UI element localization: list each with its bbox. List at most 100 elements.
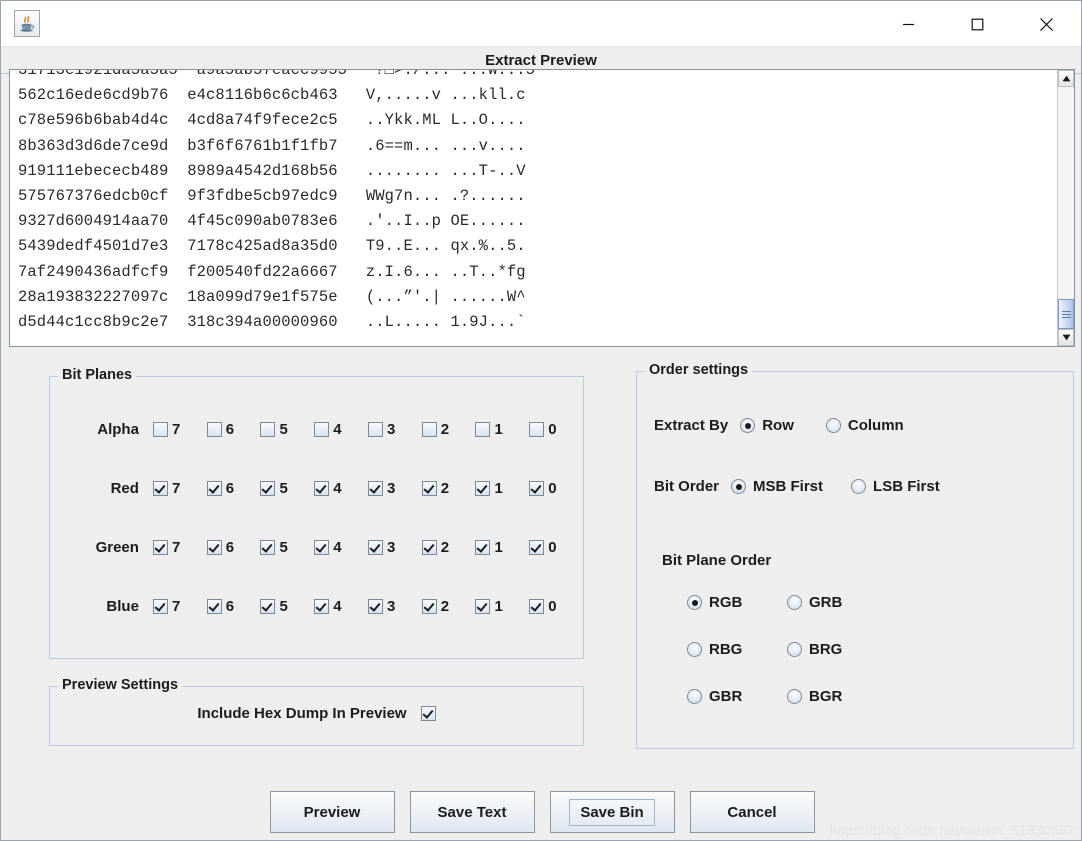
checkbox-red-bit-5[interactable] [260,480,276,496]
radio-grb[interactable] [787,595,802,610]
extract-by-options: Row Column [740,417,904,434]
radio-rgb[interactable] [687,595,702,610]
bit-number-label: 7 [171,479,181,497]
checkbox-red-bit-0[interactable] [529,480,545,496]
bit-plane-cell-alpha-3: 3 [367,421,422,438]
checkbox-red-bit-4[interactable] [314,480,330,496]
checkbox-blue-bit-1[interactable] [475,598,491,614]
checkbox-blue-bit-6[interactable] [206,598,222,614]
bit-planes-panel-title: Bit Planes [58,367,137,383]
bit-number-label: 1 [494,479,503,497]
bit-plane-cell-red-4: 4 [314,480,368,497]
bit-plane-cell-green-6: 6 [206,539,261,556]
scroll-up-button[interactable] [1058,70,1074,87]
checkbox-green-bit-2[interactable] [421,539,437,555]
preview-button[interactable]: Preview [269,791,395,833]
bit-plane-order-option-brg[interactable]: BRG [787,641,887,658]
bit-number-label: 1 [494,538,503,556]
checkbox-green-bit-5[interactable] [260,539,276,555]
scrollbar-thumb[interactable] [1058,299,1074,329]
bit-plane-row-blue: Blue 7 6 5 4 3 2 1 0 [50,592,583,620]
scrollbar-track[interactable] [1058,87,1074,329]
bit-plane-order-option-gbr[interactable]: GBR [687,688,787,705]
include-hex-dump-checkbox[interactable] [420,706,436,721]
bit-plane-cell-alpha-2: 2 [421,421,476,438]
bit-plane-cell-blue-6: 6 [206,598,261,615]
radio-column[interactable] [825,418,841,433]
checkbox-red-bit-3[interactable] [367,480,383,496]
checkbox-alpha-bit-3[interactable] [367,421,383,437]
bit-order-option-lsb-first[interactable]: LSB First [851,478,940,495]
bit-plane-cell-red-1: 1 [475,480,529,497]
bit-plane-order-option-grb[interactable]: GRB [787,594,887,611]
checkbox-alpha-bit-5[interactable] [260,421,276,437]
checkbox-green-bit-4[interactable] [314,539,330,555]
checkbox-blue-bit-7[interactable] [152,598,168,614]
hexdump-line: 575767376edcb0cf 9f3fdbe5cb97edc9 WWg7n.… [18,187,526,206]
button-label: Save Bin [580,803,644,821]
bit-plane-cell-red-3: 3 [367,480,422,497]
checkbox-alpha-bit-2[interactable] [421,421,437,437]
bit-plane-cell-green-2: 2 [421,539,476,556]
scroll-down-button[interactable] [1058,329,1074,346]
maximize-button[interactable] [943,1,1012,47]
radio-label: LSB First [873,478,940,495]
bit-plane-cell-green-1: 1 [475,539,529,556]
checkbox-alpha-bit-0[interactable] [529,421,545,437]
bit-plane-order-label: Bit Plane Order [662,552,772,569]
checkbox-green-bit-3[interactable] [367,539,383,555]
checkbox-green-bit-6[interactable] [206,539,222,555]
checkbox-alpha-bit-1[interactable] [475,421,491,437]
checkbox-green-bit-7[interactable] [152,539,168,555]
radio-bgr[interactable] [787,689,802,704]
hexdump-line: 8b363d3d6de7ce9d b3f6f6761b1f1fb7 .6==m.… [18,136,526,155]
extract-by-option-column[interactable]: Column [825,417,904,434]
hexdump-line: c78e596b6bab4d4c 4cd8a74f9fece2c5 ..Ykk.… [18,111,526,130]
save-bin-button[interactable]: Save Bin [549,791,675,833]
radio-row[interactable] [740,418,756,433]
radio-brg[interactable] [787,642,802,657]
bit-plane-order-option-rbg[interactable]: RBG [687,641,787,658]
checkbox-red-bit-6[interactable] [206,480,222,496]
bit-plane-order-option-bgr[interactable]: BGR [787,688,887,705]
checkbox-red-bit-7[interactable] [152,480,168,496]
checkbox-alpha-bit-4[interactable] [314,421,330,437]
checkbox-blue-bit-5[interactable] [260,598,276,614]
hexdump-scrollpane[interactable]: 31713e1921da5a5a5 a9a5ab57eacc9955 ?□>./… [9,69,1075,347]
hexdump-text-area[interactable]: 31713e1921da5a5a5 a9a5ab57eacc9955 ?□>./… [10,70,1057,346]
radio-label: RBG [709,641,743,658]
checkbox-alpha-bit-7[interactable] [152,421,168,437]
focus-ring: Save Bin [569,798,655,826]
bit-plane-channel-label: Red [110,479,139,497]
watermark-text: https://blog.csdn.net/weixin_51830687 [829,822,1075,838]
save-text-button[interactable]: Save Text [409,791,535,833]
checkbox-red-bit-1[interactable] [475,480,491,496]
checkbox-blue-bit-2[interactable] [421,598,437,614]
close-button[interactable] [1012,1,1081,47]
extract-by-option-row[interactable]: Row [740,417,794,434]
radio-lsb-first[interactable] [851,479,867,494]
bit-plane-cell-blue-2: 2 [421,598,476,615]
radio-rbg[interactable] [687,642,702,657]
checkbox-green-bit-0[interactable] [529,539,545,555]
minimize-button[interactable] [874,1,943,47]
checkbox-blue-bit-3[interactable] [367,598,383,614]
bit-order-option-msb-first[interactable]: MSB First [731,478,823,495]
order-settings-panel-title: Order settings [645,362,753,378]
bit-plane-row-alpha: Alpha 7 6 5 4 3 2 1 0 [50,415,583,443]
bit-number-label: 0 [548,479,557,497]
include-hex-dump-row[interactable]: Include Hex Dump In Preview [50,705,583,722]
checkbox-red-bit-2[interactable] [421,480,437,496]
button-label: Cancel [727,803,777,821]
checkbox-green-bit-1[interactable] [475,539,491,555]
checkbox-blue-bit-4[interactable] [314,598,330,614]
radio-msb-first[interactable] [731,479,747,494]
checkbox-alpha-bit-6[interactable] [206,421,222,437]
radio-gbr[interactable] [687,689,702,704]
maximize-icon [971,18,984,30]
cancel-button[interactable]: Cancel [689,791,815,833]
hexdump-vertical-scrollbar[interactable] [1057,70,1074,346]
checkbox-blue-bit-0[interactable] [529,598,545,614]
bit-plane-order-option-rgb[interactable]: RGB [687,594,787,611]
bit-plane-cell-red-2: 2 [421,480,476,497]
